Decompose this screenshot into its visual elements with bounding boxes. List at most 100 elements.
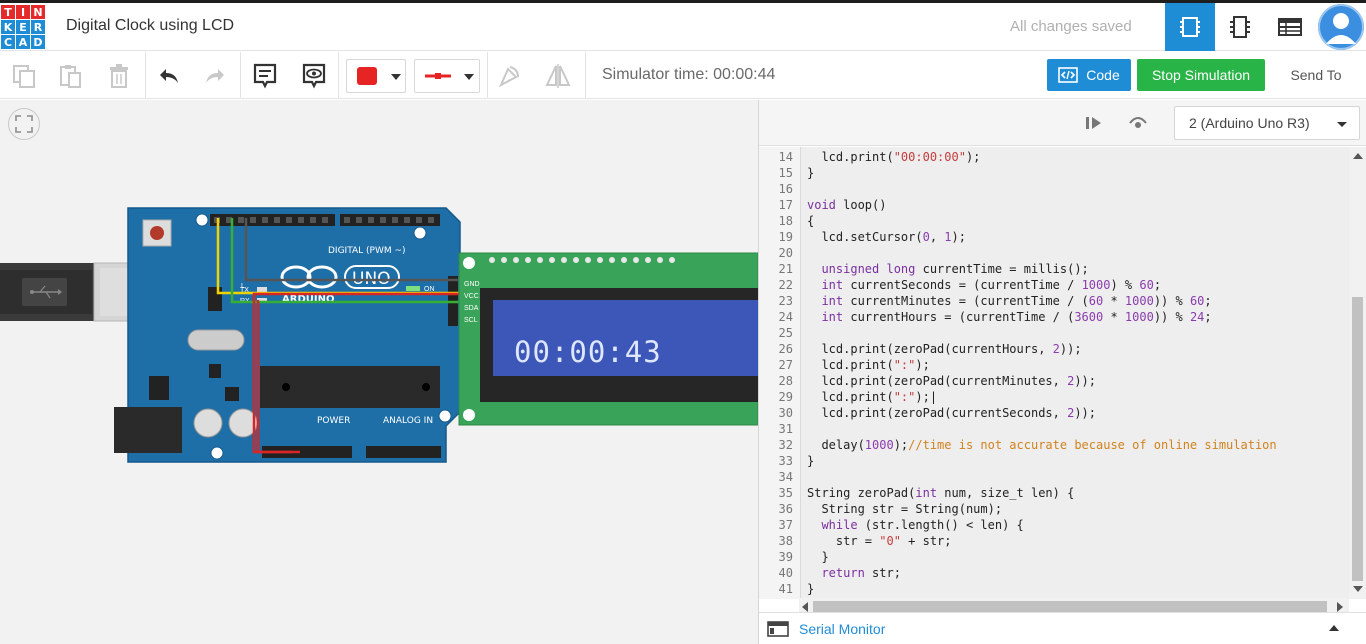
component-list-icon xyxy=(1278,18,1302,36)
scroll-down-icon[interactable] xyxy=(1353,586,1363,592)
logo-letter: C xyxy=(1,35,15,49)
code-line[interactable]: int currentHours = (currentTime / (3600 … xyxy=(807,309,1211,325)
code-line[interactable]: delay(1000);//time is not accurate becau… xyxy=(807,437,1276,453)
circuit-canvas[interactable]: DIGITAL (PWM ~) ARDUINO UNO L TX RX ON P… xyxy=(0,100,758,644)
undo-icon xyxy=(160,69,178,83)
redo-button[interactable] xyxy=(198,59,232,93)
send-to-button[interactable]: Send To xyxy=(1271,59,1361,91)
lcd-pin-gnd: GND xyxy=(464,281,480,288)
line-number: 38 xyxy=(778,534,793,548)
code-line[interactable]: lcd.setCursor(0, 1); xyxy=(807,229,966,245)
code-line[interactable]: } xyxy=(807,581,814,597)
line-number: 24 xyxy=(778,310,793,324)
arduino-uno-board[interactable]: DIGITAL (PWM ~) ARDUINO UNO L TX RX ON P… xyxy=(114,207,461,463)
rotate-button[interactable] xyxy=(492,59,526,93)
board-select[interactable]: 2 (Arduino Uno R3) xyxy=(1174,106,1360,140)
code-line[interactable]: { xyxy=(807,213,814,229)
code-line[interactable]: str = "0" + str; xyxy=(807,533,952,549)
delete-button[interactable] xyxy=(102,59,136,93)
logo-letter: A xyxy=(16,35,30,49)
schematic-view-button[interactable] xyxy=(1215,3,1265,51)
debug-icon[interactable] xyxy=(1127,113,1149,131)
line-number: 17 xyxy=(778,198,793,212)
paste-button[interactable] xyxy=(53,59,87,93)
stop-simulation-button[interactable]: Stop Simulation xyxy=(1137,59,1265,91)
code-line[interactable]: void loop() xyxy=(807,197,886,213)
code-line[interactable]: lcd.print(":");| xyxy=(807,389,937,405)
line-number: 27 xyxy=(778,358,793,372)
line-number: 23 xyxy=(778,294,793,308)
vertical-scroll-thumb[interactable] xyxy=(1352,297,1363,581)
expand-icon[interactable] xyxy=(1329,625,1339,631)
line-number: 21 xyxy=(778,262,793,276)
color-swatch xyxy=(357,67,377,85)
notes-icon xyxy=(253,63,277,89)
user-avatar-icon xyxy=(1318,4,1364,50)
project-title[interactable]: Digital Clock using LCD xyxy=(66,17,234,35)
code-line[interactable]: lcd.print(zeroPad(currentMinutes, 2)); xyxy=(807,373,1096,389)
line-number: 35 xyxy=(778,486,793,500)
redo-icon xyxy=(206,69,224,83)
line-number: 15 xyxy=(778,166,793,180)
toolbar-separator xyxy=(585,52,586,99)
code-line[interactable]: String zeroPad(int num, size_t len) { xyxy=(807,485,1074,501)
arduino-logo-text: ARDUINO xyxy=(282,294,334,305)
serial-monitor-bar[interactable]: Serial Monitor xyxy=(759,612,1366,644)
tinkercad-logo[interactable]: TIN KER CAD xyxy=(0,3,48,51)
line-number: 29 xyxy=(778,390,793,404)
lcd-16x2[interactable]: GND VCC SDA SCL 00:00:43 xyxy=(458,252,758,426)
code-line[interactable]: String str = String(num); xyxy=(807,501,1002,517)
code-line[interactable]: } xyxy=(807,453,814,469)
code-line[interactable]: return str; xyxy=(807,565,900,581)
line-number: 34 xyxy=(778,470,793,484)
code-line[interactable]: lcd.print("00:00:00"); xyxy=(807,149,980,165)
code-button[interactable]: Code xyxy=(1047,59,1131,91)
scroll-left-icon[interactable] xyxy=(802,602,808,612)
serial-monitor-label[interactable]: Serial Monitor xyxy=(799,621,885,637)
toolbar-separator xyxy=(338,52,339,99)
lcd-pin-scl: SCL xyxy=(464,317,478,324)
code-line[interactable]: while (str.length() < len) { xyxy=(807,517,1023,533)
analog-label: ANALOG IN xyxy=(383,416,433,426)
logo-letter: R xyxy=(31,20,45,34)
notes-button[interactable] xyxy=(248,59,282,93)
notes-visibility-button[interactable] xyxy=(297,59,331,93)
circuit-view-icon xyxy=(1180,17,1200,37)
flip-button[interactable] xyxy=(541,59,575,93)
copy-button[interactable] xyxy=(7,59,41,93)
undo-button[interactable] xyxy=(152,59,186,93)
main-toolbar: Simulator time: 00:00:44 Code Stop Simul… xyxy=(0,52,1366,99)
code-line[interactable]: } xyxy=(807,549,828,565)
step-icon[interactable] xyxy=(1085,115,1103,131)
code-line[interactable]: lcd.print(zeroPad(currentHours, 2)); xyxy=(807,341,1081,357)
circuit-view-button[interactable] xyxy=(1165,3,1215,51)
code-editor-panel: 2 (Arduino Uno R3) 14 15 16 17 18 19 20 21 22 23 2… xyxy=(758,100,1366,644)
code-editor[interactable]: 14 15 16 17 18 19 20 21 22 23 24 25 26 27 28 29 30 31 32 33… xyxy=(759,147,1366,599)
code-icon xyxy=(1058,67,1079,83)
line-number-gutter: 14 15 16 17 18 19 20 21 22 23 24 25 26 27 28 29 30 31 32 33… xyxy=(759,147,801,599)
board-select-value: 2 (Arduino Uno R3) xyxy=(1189,115,1310,131)
serial-monitor-icon xyxy=(767,621,789,637)
scroll-up-icon[interactable] xyxy=(1353,153,1363,159)
line-number: 14 xyxy=(778,150,793,164)
horizontal-scroll-thumb[interactable] xyxy=(813,601,1327,612)
component-list-button[interactable] xyxy=(1265,3,1315,51)
code-line[interactable]: lcd.print(zeroPad(currentSeconds, 2)); xyxy=(807,405,1096,421)
circuit-drawing: DIGITAL (PWM ~) ARDUINO UNO L TX RX ON P… xyxy=(0,207,758,463)
line-number: 19 xyxy=(778,230,793,244)
code-line[interactable]: int currentMinutes = (currentTime / (60 … xyxy=(807,293,1211,309)
line-number: 16 xyxy=(778,182,793,196)
wire-type-select[interactable] xyxy=(414,59,480,93)
scroll-right-icon[interactable] xyxy=(1337,602,1343,612)
vertical-scrollbar[interactable] xyxy=(1349,147,1366,599)
code-line[interactable]: unsigned long currentTime = millis(); xyxy=(807,261,1088,277)
code-line[interactable]: int currentSeconds = (currentTime / 1000… xyxy=(807,277,1161,293)
simulator-time: Simulator time: 00:00:44 xyxy=(602,66,776,83)
logo-letter: I xyxy=(16,5,30,19)
code-line[interactable]: lcd.print(":"); xyxy=(807,357,929,373)
line-number: 33 xyxy=(778,454,793,468)
code-line[interactable]: } xyxy=(807,165,814,181)
user-avatar[interactable] xyxy=(1318,4,1364,50)
line-number: 22 xyxy=(778,278,793,292)
color-select[interactable] xyxy=(346,59,406,93)
